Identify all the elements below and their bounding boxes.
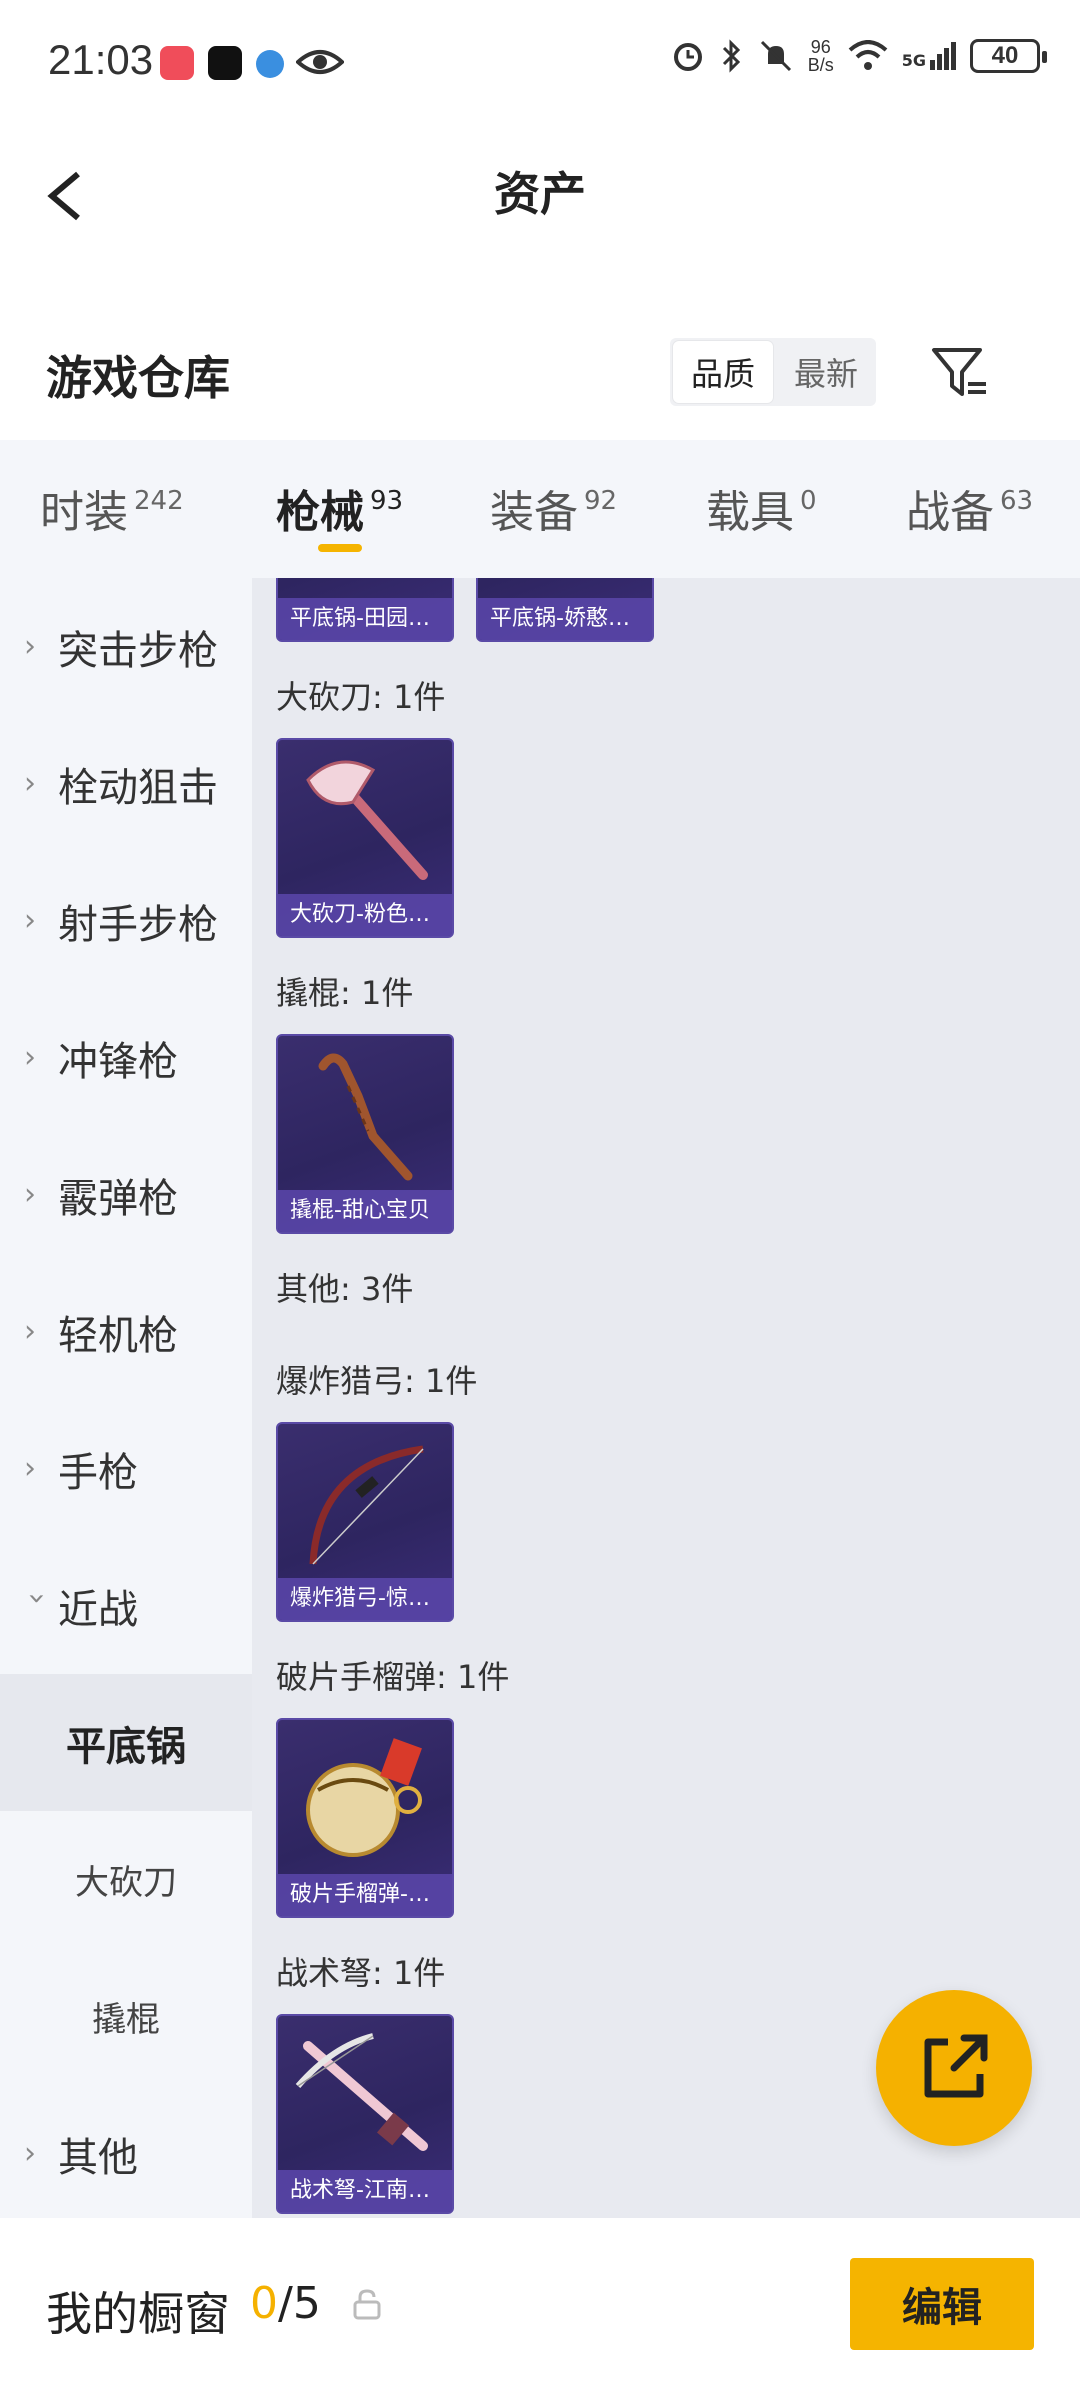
item-card-label: 平底锅-田园…	[278, 598, 452, 640]
sort-quality-button[interactable]: 品质	[673, 341, 773, 403]
showcase-bar: 我的橱窗 0/5 编辑	[0, 2218, 1080, 2382]
chevron-right-icon: ›	[24, 2136, 36, 2171]
sort-latest-button[interactable]: 最新	[776, 338, 876, 406]
filter-icon[interactable]	[928, 342, 992, 406]
browser-icon	[256, 50, 284, 78]
tab-firearms[interactable]: 枪械 93	[276, 476, 403, 540]
chevron-right-icon: ›	[24, 766, 36, 801]
group-heading: 大砍刀: 1件	[276, 678, 446, 716]
warehouse-header: 游戏仓库 品质 最新	[0, 320, 1080, 440]
chevron-right-icon: ›	[24, 903, 36, 938]
item-card-label: 爆炸猎弓-惊…	[278, 1578, 452, 1620]
app-notification-icon	[160, 46, 194, 80]
item-card[interactable]: 破片手榴弹-…	[276, 1718, 454, 1918]
wifi-icon	[848, 40, 888, 70]
item-card[interactable]: 战术弩-江南…	[276, 2014, 454, 2214]
sidebar-sub-crowbar[interactable]: 撬棍	[0, 1948, 252, 2085]
crossbow-icon	[295, 2033, 428, 2151]
chevron-right-icon: ›	[24, 1177, 36, 1212]
tab-supplies[interactable]: 战备 63	[906, 476, 1033, 540]
tab-equipment[interactable]: 装备 92	[490, 476, 617, 540]
sidebar-sub-pan[interactable]: 平底锅	[0, 1674, 252, 1811]
lock-icon	[353, 2289, 381, 2320]
group-heading: 破片手榴弹: 1件	[276, 1658, 510, 1696]
alarm-icon	[673, 43, 702, 71]
sidebar-sub-machete[interactable]: 大砍刀	[0, 1811, 252, 1948]
sidebar-item-assault-rifle[interactable]: › 突击步枪	[0, 578, 252, 715]
sidebar-item-shotgun[interactable]: › 霰弹枪	[0, 1126, 252, 1263]
sidebar-item-melee[interactable]: › 近战	[0, 1537, 252, 1674]
sidebar-item-other[interactable]: › 其他	[0, 2085, 252, 2218]
grenade-icon	[306, 1738, 422, 1857]
warehouse-title: 游戏仓库	[46, 351, 230, 405]
machete-icon	[306, 760, 428, 880]
item-card[interactable]: 大砍刀-粉色…	[276, 738, 454, 938]
item-card[interactable]: 平底锅-娇憨…	[476, 578, 654, 642]
edit-button[interactable]: 编辑	[850, 2258, 1034, 2350]
tab-vehicles[interactable]: 载具 0	[706, 476, 817, 540]
sort-toggle: 品质 最新	[670, 338, 876, 406]
item-card[interactable]: 平底锅-田园…	[276, 578, 454, 642]
net-speed: 96 B/s	[807, 37, 834, 75]
status-icons: 96 B/s 5G 40	[670, 37, 1047, 75]
item-card-label: 大砍刀-粉色…	[278, 894, 452, 936]
chevron-right-icon: ›	[24, 629, 36, 664]
item-card-label: 平底锅-娇憨…	[478, 598, 652, 640]
sidebar-item-smg[interactable]: › 冲锋枪	[0, 989, 252, 1126]
category-tabs: 时装 242 枪械 93 装备 92 载具 0 战备 63	[0, 440, 1080, 578]
sidebar-item-pistol[interactable]: › 手枪	[0, 1400, 252, 1537]
item-grid: 平底锅-田园… 平底锅-娇憨… 大砍刀: 1件 大砍刀-粉色… 撬棍: 1件 撬…	[252, 578, 1080, 2218]
showcase-count: 0/5	[250, 2278, 321, 2329]
nav-bar: 资产	[0, 126, 1080, 256]
chevron-right-icon: ›	[24, 1314, 36, 1349]
chevron-right-icon: ›	[24, 1040, 36, 1075]
share-fab[interactable]	[876, 1990, 1032, 2146]
chevron-right-icon: ›	[24, 1451, 36, 1486]
page-title: 资产	[494, 167, 586, 221]
status-bar: 21:03 96 B/s 5G 40	[0, 0, 1080, 126]
item-card[interactable]: 爆炸猎弓-惊…	[276, 1422, 454, 1622]
battery-indicator: 40	[970, 39, 1047, 73]
item-card-label: 破片手榴弹-…	[278, 1874, 452, 1916]
showcase-title: 我的橱窗	[46, 2287, 230, 2341]
active-tab-indicator	[318, 544, 362, 552]
group-heading: 撬棍: 1件	[276, 974, 414, 1012]
cellular-signal-icon: 5G	[902, 42, 956, 70]
bluetooth-icon	[722, 39, 740, 73]
eye-icon	[296, 50, 344, 74]
sidebar-item-marksman-rifle[interactable]: › 射手步枪	[0, 852, 252, 989]
group-heading: 其他: 3件	[276, 1270, 414, 1308]
item-card-label: 战术弩-江南…	[278, 2170, 452, 2212]
tab-fashion[interactable]: 时装 242	[40, 476, 184, 540]
sidebar-item-bolt-sniper[interactable]: › 栓动狙击	[0, 715, 252, 852]
external-link-icon	[924, 2034, 988, 2098]
group-heading: 爆炸猎弓: 1件	[276, 1362, 478, 1400]
item-card-label: 撬棍-甜心宝贝	[278, 1190, 452, 1232]
chevron-down-icon: ›	[19, 1592, 55, 1605]
mute-icon	[760, 40, 791, 72]
sidebar-item-lmg[interactable]: › 轻机枪	[0, 1263, 252, 1400]
item-card[interactable]: 撬棍-甜心宝贝	[276, 1034, 454, 1234]
crowbar-icon	[318, 1053, 413, 1181]
soul-app-icon	[208, 46, 242, 80]
bow-icon	[309, 1445, 424, 1565]
group-heading: 战术弩: 1件	[276, 1954, 446, 1992]
weapon-type-sidebar: › 突击步枪 › 栓动狙击 › 射手步枪 › 冲锋枪 › 霰弹枪 › 轻机枪 › 手枪 › 近战…	[0, 578, 252, 2218]
status-time: 21:03	[48, 36, 154, 83]
